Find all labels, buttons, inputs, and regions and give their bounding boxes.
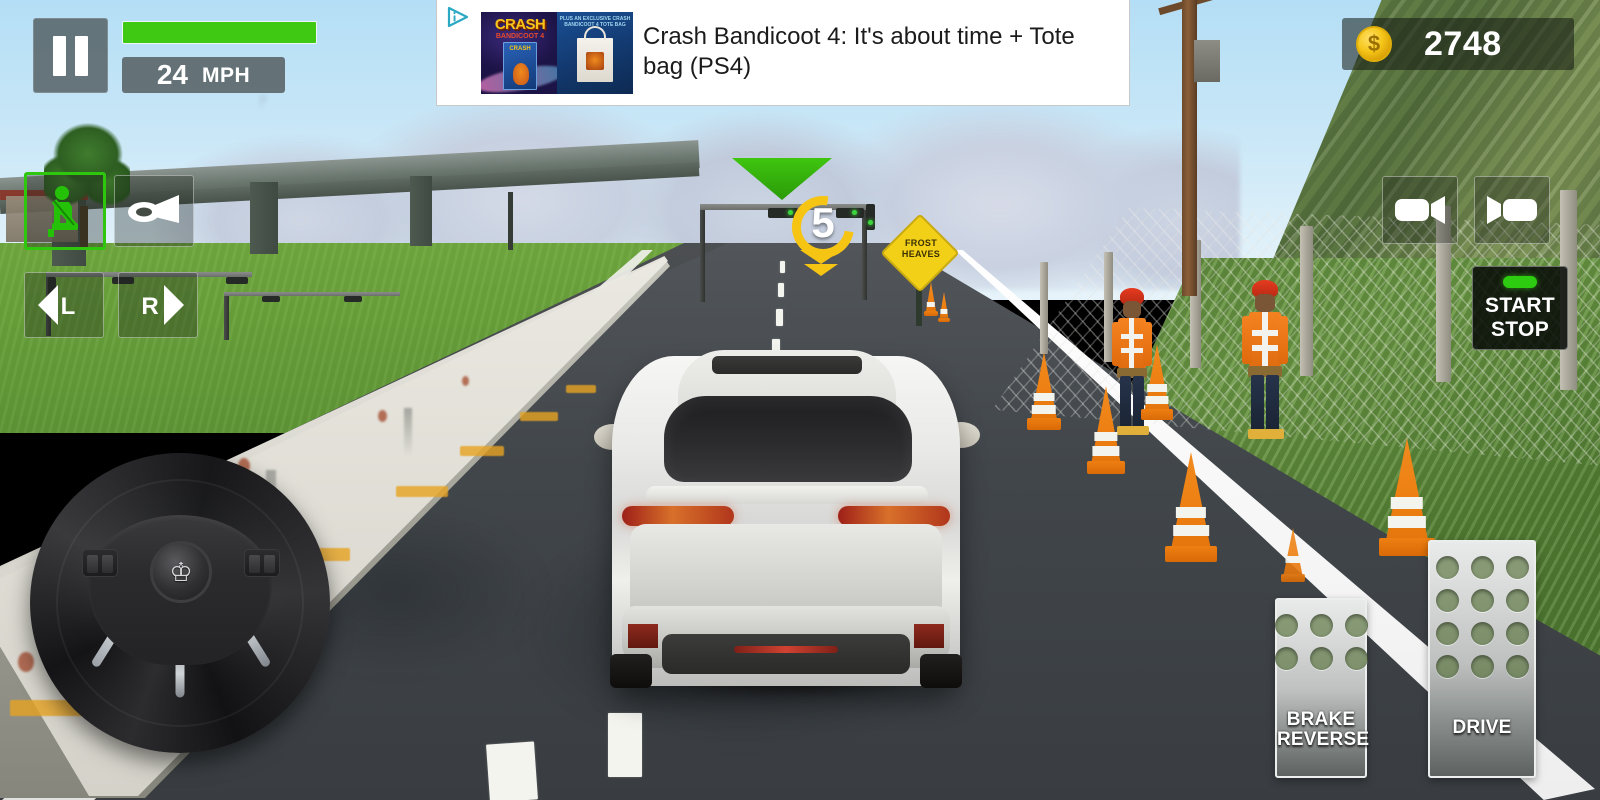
steering-button-cluster-left[interactable] [82, 549, 118, 577]
speed-value: 24 [156, 59, 188, 90]
horn-button[interactable] [114, 175, 194, 247]
arrow-left-icon: L [38, 285, 76, 325]
seatbelt-button[interactable] [24, 172, 106, 250]
pause-icon [75, 35, 88, 76]
coin-icon: $ [1356, 26, 1392, 62]
turn-right-button[interactable]: R [118, 272, 198, 338]
ad-thumbnail[interactable]: CRASH BANDICOOT 4 CRASH PLUS AN EXCLUSIV… [481, 12, 633, 94]
steering-wheel-center-logo: ♔ [150, 541, 212, 603]
ad-banner[interactable]: CRASH BANDICOOT 4 CRASH PLUS AN EXCLUSIV… [436, 0, 1130, 106]
engine-led-indicator [1503, 275, 1537, 288]
horn-icon [128, 195, 179, 223]
camera-view-mirrored-button[interactable] [1474, 176, 1550, 244]
steering-wheel[interactable]: ♔ [30, 453, 330, 753]
pedal-label-line1: BRAKE [1286, 709, 1356, 730]
turn-left-button[interactable]: L [24, 272, 104, 338]
svg-text:L: L [61, 293, 76, 320]
ad-thumb-game-box: CRASH [503, 42, 537, 90]
ad-thumb-left-subtitle: BANDICOOT 4 [495, 33, 545, 40]
engine-label-stop: STOP [1491, 317, 1549, 341]
ad-thumb-game-art: CRASH BANDICOOT 4 CRASH [481, 12, 567, 94]
brake-pedal-label: BRAKE REVERSE [1277, 709, 1370, 750]
engine-start-stop-button[interactable]: START STOP [1472, 266, 1568, 350]
game-screen: FROST HEAVES 5 24 MPH L R $ 2748 START S… [0, 0, 1600, 800]
drive-pedal-label: DRIVE [1430, 718, 1534, 738]
hud-overlay: 24 MPH L R $ 2748 START STOP BRAKE REVER… [0, 0, 1600, 800]
ad-thumb-tote-art: PLUS AN EXCLUSIVE CRASH BANDICOOT 4 TOTE… [557, 12, 633, 94]
ad-headline[interactable]: Crash Bandicoot 4: It's about time + Tot… [643, 22, 1113, 82]
video-camera-mirrored-icon [1487, 196, 1537, 224]
pause-icon [53, 35, 66, 76]
engine-label-start: START [1485, 293, 1555, 317]
steering-button-cluster-right[interactable] [244, 549, 280, 577]
drive-pedal[interactable]: DRIVE [1428, 540, 1536, 778]
pedal-label-line1: DRIVE [1452, 717, 1512, 738]
brake-reverse-pedal[interactable]: BRAKE REVERSE [1274, 598, 1370, 778]
speedometer: 24 MPH [122, 57, 285, 93]
coin-value: 2748 [1424, 24, 1502, 63]
ad-thumb-left-title: CRASH [494, 16, 546, 33]
camera-view-button[interactable] [1382, 176, 1458, 244]
crown-icon: ♔ [169, 557, 193, 587]
vehicle-condition-fill [123, 22, 316, 43]
adchoices-play-icon[interactable] [445, 4, 471, 30]
coin-symbol: $ [1367, 31, 1381, 56]
seatbelt-icon [48, 186, 78, 237]
tote-bag-icon [577, 26, 613, 82]
speed-unit: MPH [201, 63, 251, 87]
pedal-holes [1274, 614, 1368, 670]
pause-button[interactable] [33, 18, 108, 93]
ad-thumb-box-title: CRASH [509, 46, 531, 52]
arrow-right-icon: R [141, 285, 184, 325]
svg-text:R: R [141, 293, 158, 320]
vehicle-condition-bar [122, 21, 317, 44]
coin-counter: $ 2748 [1342, 18, 1574, 70]
pedal-label-line2: REVERSE [1277, 729, 1370, 750]
video-camera-icon [1395, 196, 1445, 224]
pedal-holes [1435, 556, 1529, 678]
